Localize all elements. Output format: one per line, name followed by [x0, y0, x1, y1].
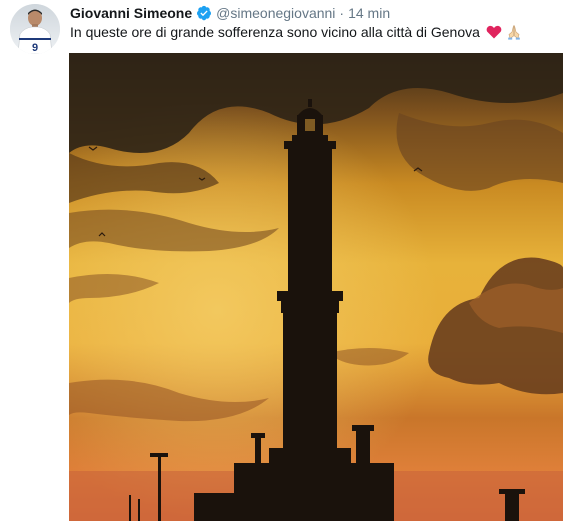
lighthouse-photo — [69, 53, 563, 521]
author-name[interactable]: Giovanni Simeone — [70, 3, 192, 23]
tweet-header: Giovanni Simeone @simeonegiovanni · 14 m… — [70, 3, 390, 23]
tweet-text-content: In queste ore di grande sofferenza sono … — [70, 24, 480, 40]
avatar-jersey-number: 9 — [32, 42, 38, 54]
avatar-image: 9 — [10, 4, 60, 54]
tweet-text: In queste ore di grande sofferenza sono … — [70, 22, 522, 42]
tweet-timestamp[interactable]: 14 min — [348, 3, 390, 23]
separator-dot: · — [339, 5, 345, 21]
red-heart-icon — [486, 24, 502, 40]
tweet[interactable]: 9 Giovanni Simeone @simeonegiovanni · 14… — [0, 0, 563, 521]
avatar[interactable]: 9 — [10, 4, 60, 54]
folded-hands-icon — [506, 24, 522, 40]
tweet-photo[interactable] — [69, 53, 563, 521]
author-handle[interactable]: @simeonegiovanni — [216, 3, 335, 23]
verified-badge-icon — [196, 5, 212, 21]
